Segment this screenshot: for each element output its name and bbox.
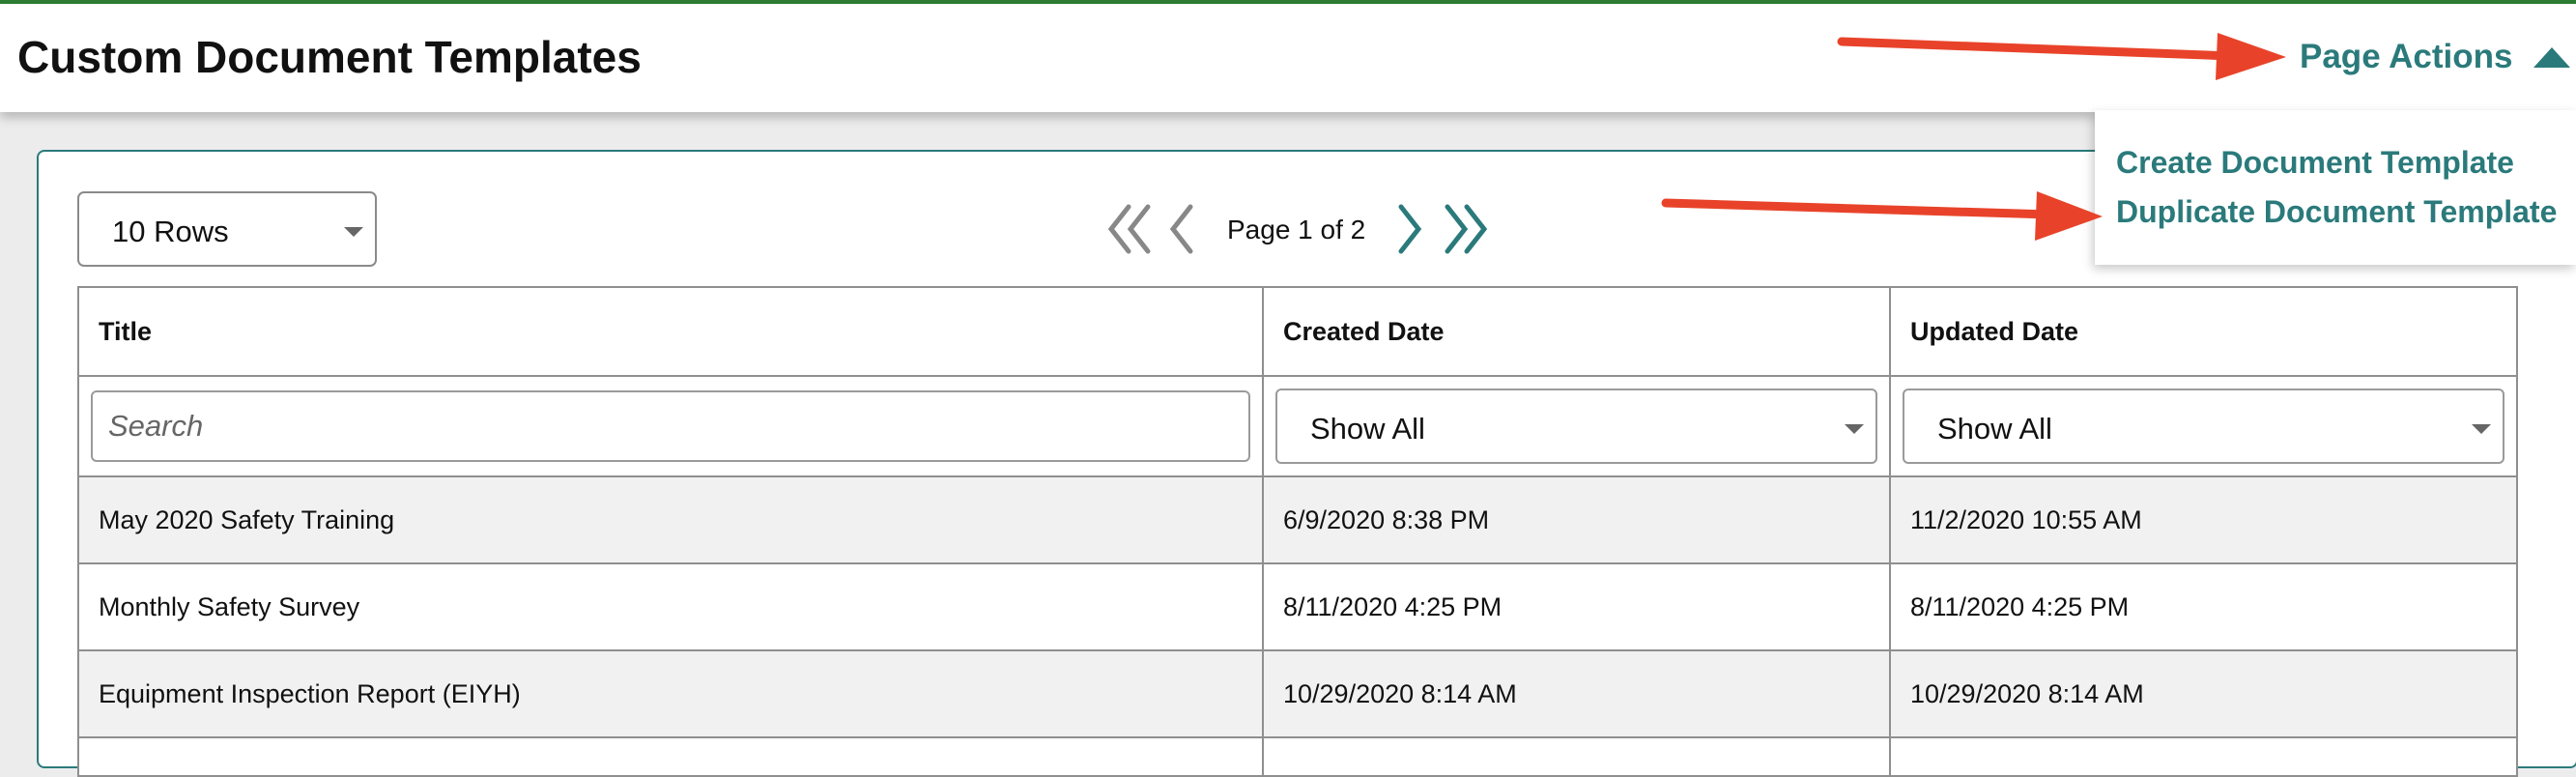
page-actions-button[interactable]: Page Actions xyxy=(2300,38,2571,76)
filter-cell-created-date: Show All xyxy=(1262,375,1891,477)
empty-cell xyxy=(1889,736,2518,777)
page-indicator: Page 1 of 2 xyxy=(1227,215,1366,245)
next-page-icon[interactable] xyxy=(1395,201,1426,257)
last-page-icon[interactable] xyxy=(1442,201,1490,257)
menu-item-create-document-template[interactable]: Create Document Template xyxy=(2116,145,2514,181)
chevron-down-icon xyxy=(344,227,363,237)
cell-created-date: 8/11/2020 4:25 PM xyxy=(1262,562,1891,651)
page-title: Custom Document Templates xyxy=(17,32,642,82)
cell-title[interactable]: Monthly Safety Survey xyxy=(77,562,1264,651)
cell-updated-date: 11/2/2020 10:55 AM xyxy=(1889,475,2518,564)
pagination: Page 1 of 2 xyxy=(1102,193,1507,266)
previous-page-icon[interactable] xyxy=(1165,201,1196,257)
chevron-down-icon xyxy=(2472,424,2491,434)
column-header-updated-date[interactable]: Updated Date xyxy=(1889,286,2518,377)
chevron-down-icon xyxy=(1845,424,1864,434)
first-page-icon[interactable] xyxy=(1105,201,1154,257)
created-date-filter-value: Show All xyxy=(1310,412,1425,446)
cell-title[interactable]: Equipment Inspection Report (EIYH) xyxy=(77,649,1264,738)
caret-up-icon xyxy=(2533,46,2571,68)
updated-date-filter-select[interactable]: Show All xyxy=(1903,388,2504,464)
table-row xyxy=(77,736,2518,777)
cell-title[interactable]: May 2020 Safety Training xyxy=(77,475,1264,564)
page-actions-menu: Create Document Template Duplicate Docum… xyxy=(2095,110,2576,265)
created-date-filter-select[interactable]: Show All xyxy=(1275,388,1877,464)
menu-item-duplicate-document-template[interactable]: Duplicate Document Template xyxy=(2116,194,2557,230)
cell-created-date: 10/29/2020 8:14 AM xyxy=(1262,649,1891,738)
cell-updated-date: 10/29/2020 8:14 AM xyxy=(1889,649,2518,738)
cell-created-date: 6/9/2020 8:38 PM xyxy=(1262,475,1891,564)
empty-cell xyxy=(77,736,1264,777)
title-search-input[interactable] xyxy=(91,390,1250,462)
table-row[interactable]: May 2020 Safety Training 6/9/2020 8:38 P… xyxy=(77,475,2518,564)
table-header-row: Title Created Date Updated Date xyxy=(77,286,2518,377)
updated-date-filter-value: Show All xyxy=(1937,412,2052,446)
filter-cell-title xyxy=(77,375,1264,477)
page-actions-label: Page Actions xyxy=(2300,38,2513,75)
rows-per-page-value: 10 Rows xyxy=(112,215,229,248)
column-header-title[interactable]: Title xyxy=(77,286,1264,377)
empty-cell xyxy=(1262,736,1891,777)
column-header-created-date[interactable]: Created Date xyxy=(1262,286,1891,377)
templates-table: Title Created Date Updated Date Show All… xyxy=(77,286,2518,777)
table-row[interactable]: Equipment Inspection Report (EIYH) 10/29… xyxy=(77,649,2518,738)
table-row[interactable]: Monthly Safety Survey 8/11/2020 4:25 PM … xyxy=(77,562,2518,651)
filter-cell-updated-date: Show All xyxy=(1889,375,2518,477)
rows-per-page-select[interactable]: 10 Rows xyxy=(77,191,377,267)
filter-row: Show All Show All xyxy=(77,375,2518,477)
cell-updated-date: 8/11/2020 4:25 PM xyxy=(1889,562,2518,651)
page-header: Custom Document Templates Page Actions xyxy=(0,4,2576,112)
